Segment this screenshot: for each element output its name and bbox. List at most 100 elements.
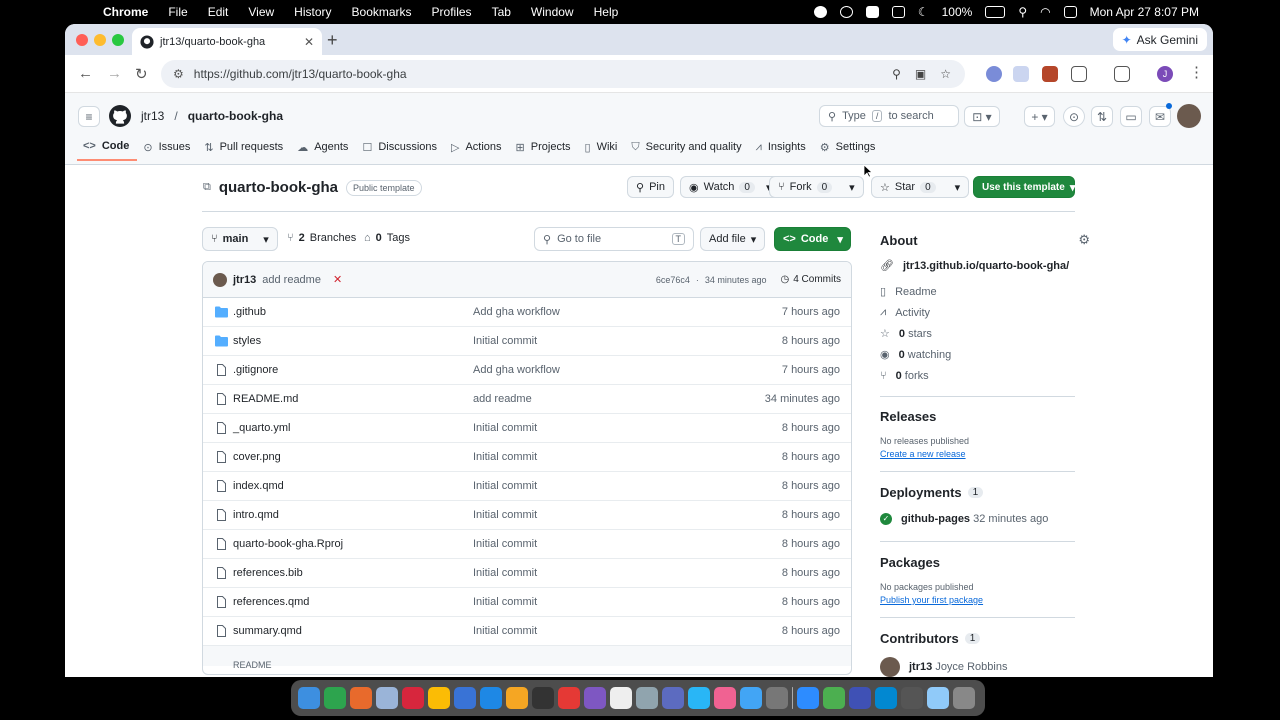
file-name[interactable]: references.bib (233, 567, 303, 579)
menu-profiles[interactable]: Profiles (422, 5, 482, 19)
extension-code-icon[interactable] (1013, 66, 1029, 82)
menu-edit[interactable]: Edit (198, 5, 239, 19)
file-commit-message[interactable]: Add gha workflow (473, 364, 560, 376)
deployment-item[interactable]: ✓ github-pages 32 minutes ago (880, 508, 1090, 529)
extension-at-icon[interactable] (986, 66, 1002, 82)
preview-icon[interactable] (636, 687, 658, 709)
file-commit-message[interactable]: Initial commit (473, 509, 537, 521)
table-row[interactable]: index.qmd Initial commit 8 hours ago (203, 472, 851, 501)
file-name[interactable]: references.qmd (233, 596, 309, 608)
app-icon[interactable] (875, 687, 897, 709)
branch-selector[interactable]: ⑂ main ▾ (202, 227, 278, 251)
table-row[interactable]: styles Initial commit 8 hours ago (203, 327, 851, 356)
app-icon[interactable] (584, 687, 606, 709)
clock-text[interactable]: Mon Apr 27 8:07 PM (1090, 5, 1199, 19)
settings-icon[interactable] (766, 687, 788, 709)
menu-history[interactable]: History (284, 5, 341, 19)
menu-app-name[interactable]: Chrome (93, 5, 158, 19)
tab-settings[interactable]: ⚙ Settings (814, 137, 884, 161)
repo-title[interactable]: quarto-book-gha (219, 179, 338, 196)
notes-icon[interactable] (506, 687, 528, 709)
tab-wiki[interactable]: ▯ Wiki (579, 137, 626, 161)
tab-discussions[interactable]: ☐ Discussions (356, 137, 445, 161)
file-commit-message[interactable]: Initial commit (473, 567, 537, 579)
file-name[interactable]: styles (233, 335, 261, 347)
contributor-avatar[interactable] (880, 656, 900, 677)
stars-link[interactable]: ☆ 0 stars (880, 323, 1090, 344)
commit-message[interactable]: add readme (262, 274, 321, 286)
file-name[interactable]: quarto-book-gha.Rproj (233, 538, 343, 550)
close-window-button[interactable] (76, 34, 88, 46)
commit-sha[interactable]: 6ce76c4 (656, 275, 690, 285)
app-icon[interactable] (662, 687, 684, 709)
finder-icon[interactable] (298, 687, 320, 709)
menu-help[interactable]: Help (584, 5, 629, 19)
profile-avatar[interactable]: J (1157, 66, 1173, 82)
outlook-icon[interactable] (454, 687, 476, 709)
upload-icon[interactable] (865, 6, 879, 18)
create-release-link[interactable]: Create a new release (880, 449, 1090, 459)
fork-button[interactable]: ⑂ Fork 0 ▾ (769, 176, 864, 198)
tab-code[interactable]: <> Code (77, 137, 138, 161)
watching-link[interactable]: ◉ 0 watching (880, 344, 1090, 365)
file-commit-message[interactable]: Initial commit (473, 596, 537, 608)
app-icon[interactable] (688, 687, 710, 709)
github-search-input[interactable]: ⚲ Type / to search (819, 105, 959, 127)
menu-window[interactable]: Window (521, 5, 584, 19)
zoom-magnifier-icon[interactable]: ⚲ (892, 67, 901, 81)
file-name[interactable]: summary.qmd (233, 625, 302, 637)
file-commit-message[interactable]: Initial commit (473, 335, 537, 347)
contributor-login[interactable]: jtr13 (909, 661, 932, 673)
file-commit-message[interactable]: add readme (473, 393, 532, 405)
commit-author[interactable]: jtr13 (233, 274, 256, 286)
new-tab-button[interactable]: + (327, 30, 338, 51)
repo-name-link[interactable]: quarto-book-gha (188, 109, 283, 123)
commit-author-avatar[interactable] (213, 272, 227, 287)
file-commit-message[interactable]: Initial commit (473, 480, 537, 492)
table-row[interactable]: .github Add gha workflow 7 hours ago (203, 298, 851, 327)
pull-requests-header-icon[interactable]: ⇅ (1091, 106, 1113, 127)
file-name[interactable]: .gitignore (233, 364, 278, 376)
table-row[interactable]: quarto-book-gha.Rproj Initial commit 8 hou… (203, 530, 851, 559)
search-icon[interactable]: ⚲ (1018, 5, 1027, 19)
site-info-icon[interactable]: ⚙ (173, 67, 184, 81)
use-template-button[interactable]: Use this template ▾ (973, 176, 1075, 198)
tab-agents[interactable]: ☁ Agents (291, 137, 356, 161)
table-row[interactable]: _quarto.yml Initial commit 8 hours ago (203, 414, 851, 443)
menu-tab[interactable]: Tab (482, 5, 521, 19)
bookmark-star-icon[interactable]: ☆ (940, 67, 951, 81)
menu-file[interactable]: File (158, 5, 197, 19)
xcode-icon[interactable] (480, 687, 502, 709)
gear-icon[interactable]: ⚙ (1078, 232, 1090, 248)
separator-icon[interactable] (792, 687, 793, 709)
mail-icon[interactable] (740, 687, 762, 709)
file-name[interactable]: _quarto.yml (233, 422, 290, 434)
create-new-button[interactable]: + ▾ (1024, 106, 1055, 127)
kebab-menu-icon[interactable]: ⋮ (1189, 63, 1204, 81)
file-name[interactable]: .github (233, 306, 266, 318)
copilot-button[interactable]: ⊡ ▾ (964, 106, 1000, 127)
homepage-link[interactable]: 🔗︎ jtr13.github.io/quarto-book-gha/ (880, 255, 1090, 276)
deployments-heading[interactable]: Deployments 1 (880, 485, 1090, 500)
packages-heading[interactable]: Packages (880, 555, 1090, 570)
table-row[interactable]: cover.png Initial commit 8 hours ago (203, 443, 851, 472)
star-button[interactable]: ☆ Star 0 ▾ (871, 176, 970, 198)
contributors-heading[interactable]: Contributors 1 (880, 631, 1090, 646)
moon-icon[interactable]: ☾ (918, 5, 929, 19)
table-row[interactable]: .gitignore Add gha workflow 7 hours ago (203, 356, 851, 385)
readme-link[interactable]: ▯ Readme (880, 281, 1090, 302)
app-icon[interactable] (849, 687, 871, 709)
install-app-icon[interactable]: ▣ (915, 67, 926, 81)
zoom-status-icon[interactable] (839, 6, 853, 18)
table-row[interactable]: summary.qmd Initial commit 8 hours ago (203, 617, 851, 646)
address-bar[interactable]: ⚙ https://github.com/jtr13/quarto-book-g… (161, 60, 965, 88)
file-name[interactable]: intro.qmd (233, 509, 279, 521)
reload-icon[interactable]: ↻ (135, 65, 148, 83)
url-text[interactable]: https://github.com/jtr13/quarto-book-gha (194, 67, 407, 81)
table-row[interactable]: references.bib Initial commit 8 hours ago (203, 559, 851, 588)
releases-heading[interactable]: Releases (880, 409, 1090, 424)
wifi-icon[interactable]: ◠ (1040, 5, 1050, 19)
watch-button[interactable]: ◉Watch0▾ (680, 176, 781, 198)
extension-a-icon[interactable] (1042, 66, 1058, 82)
tab-pull-requests[interactable]: ⇅ Pull requests (198, 137, 291, 161)
